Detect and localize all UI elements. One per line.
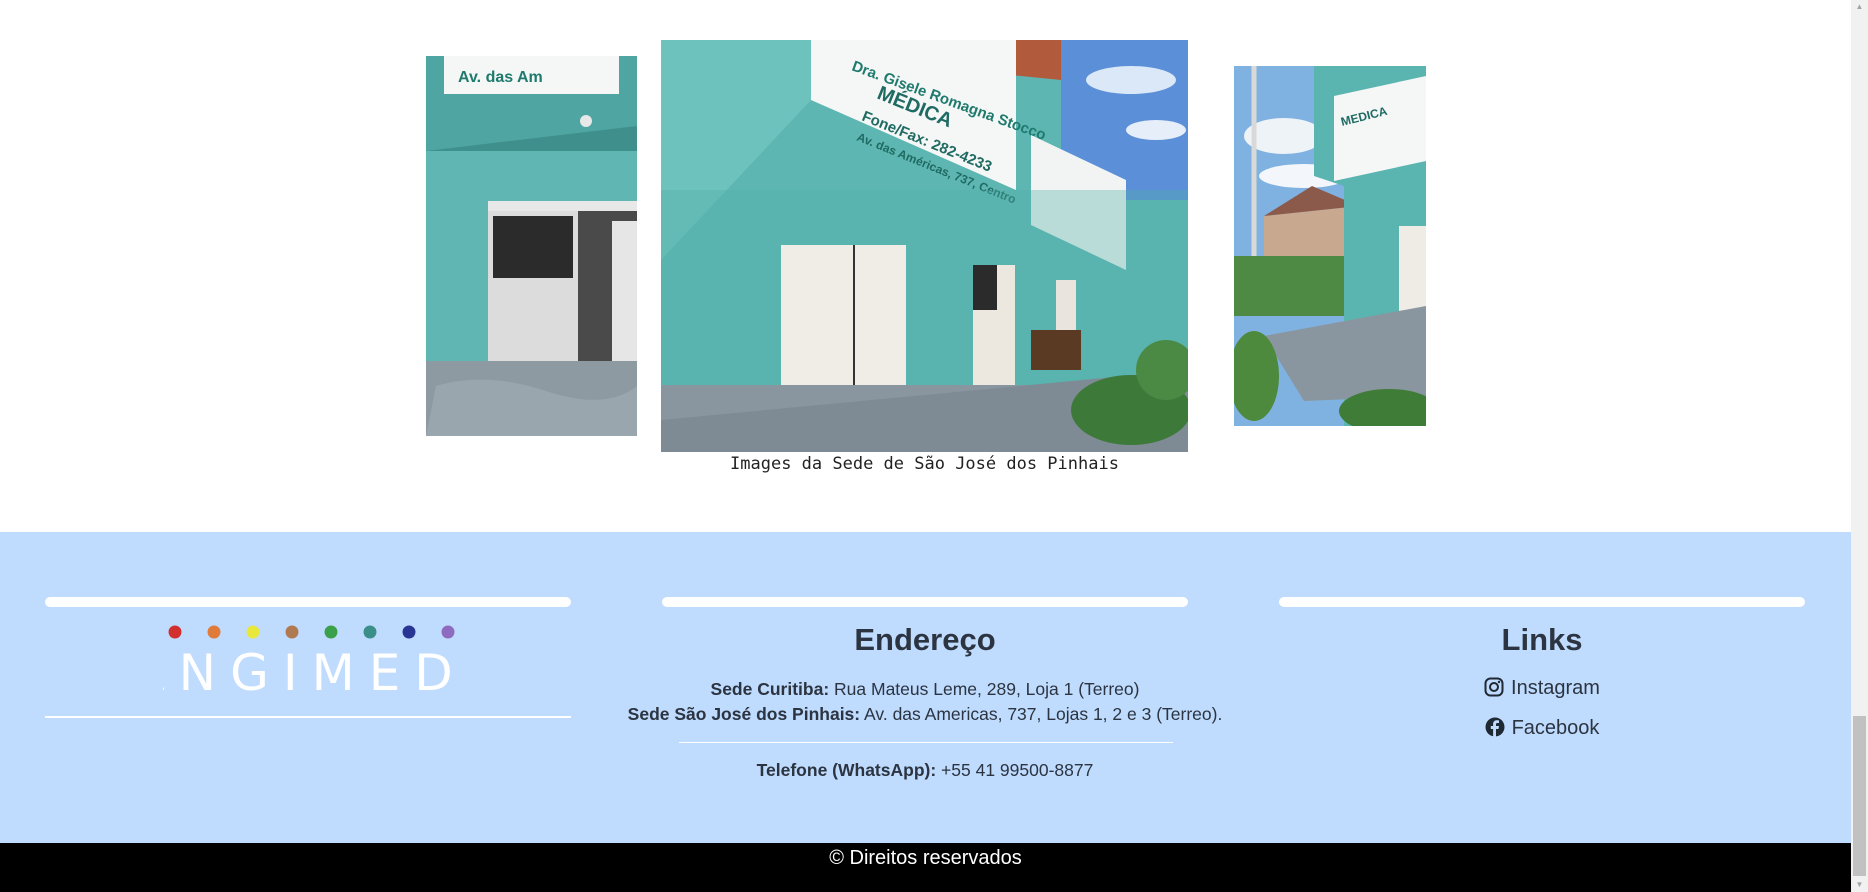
logo-dot [207, 625, 221, 639]
phone-value: +55 41 99500-8877 [941, 760, 1094, 780]
instagram-icon [1484, 677, 1504, 697]
logo-dot [363, 625, 377, 639]
photo-facade-right[interactable]: MEDICA [1234, 66, 1426, 426]
photo-facade-center[interactable]: Dra. Gisele Romagna Stocco MÉDICA Fone/F… [661, 40, 1188, 452]
column-top-bar [1279, 597, 1805, 607]
facebook-label: Facebook [1511, 717, 1600, 739]
address-divider [679, 742, 1173, 743]
address-sao-jose: Sede São José dos Pinhais: Av. das Ameri… [602, 704, 1248, 725]
address-curitiba-label: Sede Curitiba: [710, 679, 830, 699]
footer: ANGIMEDI Endereço Sede Curitiba: Rua Mat… [0, 532, 1851, 843]
footer-address-column: Endereço Sede Curitiba: Rua Mateus Leme,… [628, 532, 1222, 843]
column-top-bar [45, 597, 571, 607]
address-title: Endereço [854, 622, 996, 657]
address-curitiba: Sede Curitiba: Rua Mateus Leme, 289, Loj… [602, 679, 1248, 700]
logo-dot [441, 625, 455, 639]
logo-divider [45, 716, 571, 718]
address-curitiba-value: Rua Mateus Leme, 289, Loja 1 (Terreo) [834, 679, 1140, 699]
logo-dot [246, 625, 260, 639]
scroll-up-arrow-icon[interactable]: ▲ [1851, 0, 1868, 14]
facebook-link[interactable]: Facebook [1279, 717, 1805, 740]
address-phone: Telefone (WhatsApp): +55 41 99500-8877 [602, 760, 1248, 781]
logo-dot [324, 625, 338, 639]
logo-wordmark: ANGIMEDI [163, 644, 463, 694]
vertical-scrollbar[interactable]: ▲ ▼ [1851, 0, 1868, 892]
scroll-down-arrow-icon[interactable]: ▼ [1851, 878, 1868, 892]
column-top-bar [662, 597, 1188, 607]
logo-dot [402, 625, 416, 639]
scrollbar-thumb[interactable] [1853, 716, 1866, 876]
address-sao-jose-value: Av. das Americas, 737, Lojas 1, 2 e 3 (T… [864, 704, 1223, 724]
instagram-link[interactable]: Instagram [1279, 677, 1805, 700]
logo-dot [285, 625, 299, 639]
instagram-label: Instagram [1511, 677, 1600, 699]
facebook-icon [1485, 717, 1505, 737]
footer-links-column: Links Instagram Facebook [1279, 532, 1805, 843]
copyright-bar: © Direitos reservados [0, 843, 1851, 892]
angimedi-logo[interactable]: ANGIMEDI [130, 624, 482, 702]
links-title: Links [1501, 622, 1583, 657]
page: Av. das Am Dra. Gisele Romagna Stocco MÉ… [0, 0, 1851, 892]
logo-dot [168, 625, 182, 639]
phone-label: Telefone (WhatsApp): [756, 760, 937, 780]
gallery-caption: Images da Sede de São José dos Pinhais [730, 454, 1119, 474]
svg-text:Av. das Am: Av. das Am [458, 69, 543, 86]
photo-entrance-left[interactable]: Av. das Am [426, 56, 637, 436]
footer-logo-column: ANGIMEDI [45, 532, 571, 843]
address-sao-jose-label: Sede São José dos Pinhais: [627, 704, 861, 724]
